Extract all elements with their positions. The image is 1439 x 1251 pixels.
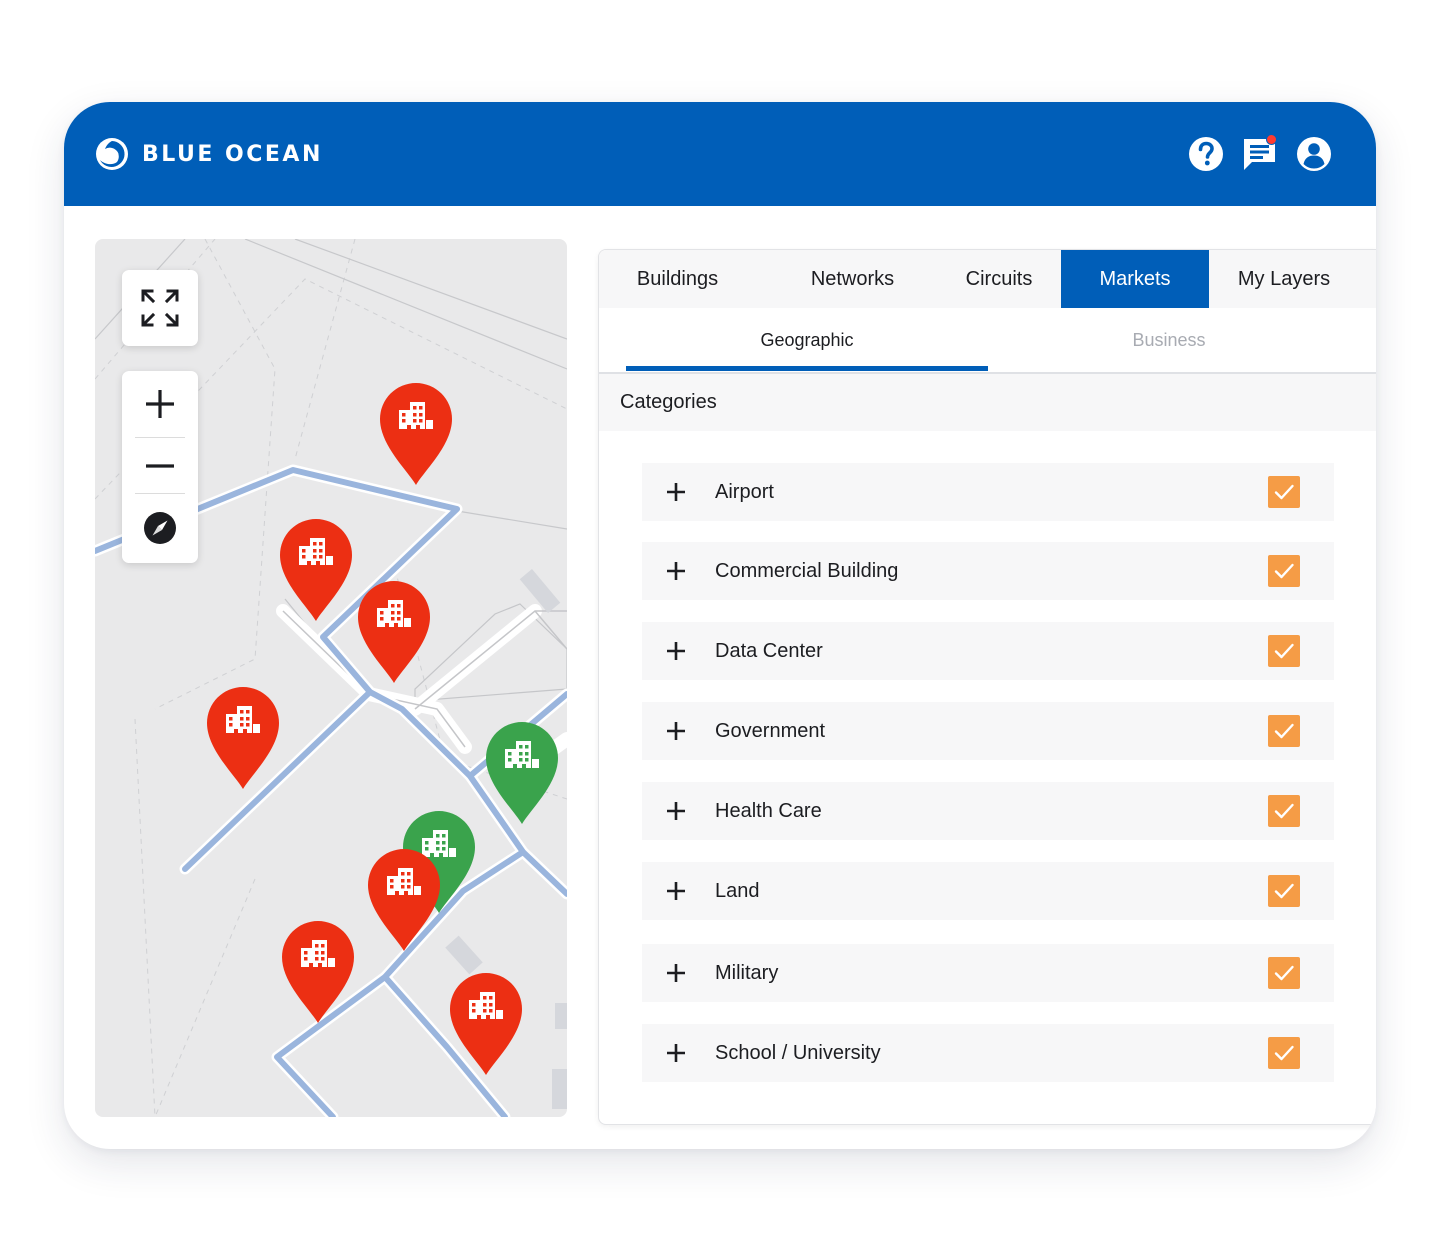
expand-icon[interactable] [665, 481, 687, 503]
blue-ocean-logo-icon [96, 138, 128, 170]
map-marker[interactable] [485, 721, 559, 825]
category-row[interactable]: Military [642, 944, 1334, 1002]
brand-name: BLUE OCEAN [142, 141, 323, 167]
map-marker[interactable] [357, 580, 431, 684]
map-marker[interactable] [206, 686, 280, 790]
check-icon [1274, 563, 1294, 579]
subtab-active-indicator [626, 366, 988, 371]
sub-tabs: Geographic Business [599, 308, 1376, 374]
top-icons [1172, 134, 1334, 174]
expand-icon[interactable] [665, 640, 687, 662]
category-checkbox[interactable] [1268, 476, 1300, 508]
check-icon [1274, 883, 1294, 899]
tab-networks-label: Networks [810, 267, 895, 290]
tab-markets[interactable]: Markets [1061, 250, 1209, 308]
category-checkbox[interactable] [1268, 635, 1300, 667]
account-button[interactable] [1294, 134, 1334, 174]
expand-icon[interactable] [665, 962, 687, 984]
main-tabs: Buildings Networks Circuits Markets My L… [599, 250, 1376, 308]
messages-button[interactable] [1240, 134, 1280, 174]
tab-my-layers-label: My Layers [1237, 267, 1331, 290]
tab-my-layers[interactable]: My Layers [1209, 250, 1359, 308]
category-checkbox[interactable] [1268, 715, 1300, 747]
category-checkbox[interactable] [1268, 795, 1300, 827]
check-icon [1274, 723, 1294, 739]
category-checkbox[interactable] [1268, 875, 1300, 907]
category-row[interactable]: Data Center [642, 622, 1334, 680]
subtab-business-label: Business [1132, 329, 1206, 350]
check-icon [1274, 965, 1294, 981]
brand: BLUE OCEAN [94, 135, 323, 173]
category-label: Health Care [715, 799, 822, 822]
zoom-in-button[interactable] [122, 371, 198, 437]
fullscreen-control [122, 270, 198, 346]
subtab-geographic[interactable]: Geographic [626, 308, 988, 372]
category-label: Military [715, 961, 779, 984]
check-icon [1274, 643, 1294, 659]
categories-title: Categories [620, 391, 717, 413]
account-icon [1297, 137, 1331, 171]
expand-icon[interactable] [665, 560, 687, 582]
check-icon [1274, 484, 1294, 500]
tab-buildings[interactable]: Buildings [599, 250, 756, 308]
expand-icon[interactable] [665, 720, 687, 742]
category-row[interactable]: Health Care [642, 782, 1334, 840]
category-label: Government [715, 719, 826, 742]
tab-networks[interactable]: Networks [781, 250, 924, 308]
category-row[interactable]: Government [642, 702, 1334, 760]
category-label: Commercial Building [715, 559, 899, 582]
category-checkbox[interactable] [1268, 555, 1300, 587]
compass-icon [144, 512, 176, 544]
tab-circuits-label: Circuits [965, 267, 1033, 290]
compass-button[interactable] [122, 494, 198, 562]
category-label: Airport [715, 480, 774, 503]
app-window: BLUE OCEAN Buildings Networks Circuits M… [64, 102, 1376, 1149]
categories-header: Categories [599, 374, 1376, 431]
zoom-out-button[interactable] [122, 438, 198, 493]
map-marker[interactable] [449, 972, 523, 1076]
map[interactable] [95, 239, 567, 1117]
category-label: Data Center [715, 639, 823, 662]
tab-buildings-label: Buildings [636, 267, 719, 290]
help-icon [1189, 137, 1223, 171]
category-label: School / University [715, 1041, 881, 1064]
notification-dot [1266, 134, 1277, 145]
zoom-in-icon [146, 390, 174, 418]
subtab-business[interactable]: Business [988, 308, 1350, 372]
map-marker[interactable] [279, 518, 353, 622]
check-icon [1274, 1045, 1294, 1061]
zoom-out-icon [146, 463, 174, 468]
category-row[interactable]: Airport [642, 463, 1334, 521]
top-bar: BLUE OCEAN [64, 102, 1376, 206]
map-marker[interactable] [379, 382, 453, 486]
fullscreen-button[interactable] [122, 270, 198, 346]
category-label: Land [715, 879, 760, 902]
expand-icon[interactable] [665, 800, 687, 822]
tab-circuits[interactable]: Circuits [934, 250, 1064, 308]
map-marker[interactable] [281, 920, 355, 1024]
expand-icon[interactable] [665, 1042, 687, 1064]
layers-panel: Buildings Networks Circuits Markets My L… [598, 249, 1376, 1125]
category-row[interactable]: Commercial Building [642, 542, 1334, 600]
category-row[interactable]: School / University [642, 1024, 1334, 1082]
expand-icon[interactable] [665, 880, 687, 902]
category-checkbox[interactable] [1268, 957, 1300, 989]
zoom-control [122, 371, 198, 563]
check-icon [1274, 803, 1294, 819]
fullscreen-icon [141, 289, 179, 327]
category-row[interactable]: Land [642, 862, 1334, 920]
subtab-geographic-label: Geographic [760, 329, 854, 350]
help-button[interactable] [1186, 134, 1226, 174]
category-checkbox[interactable] [1268, 1037, 1300, 1069]
tab-markets-label: Markets [1099, 267, 1171, 290]
map-marker[interactable] [367, 848, 441, 952]
